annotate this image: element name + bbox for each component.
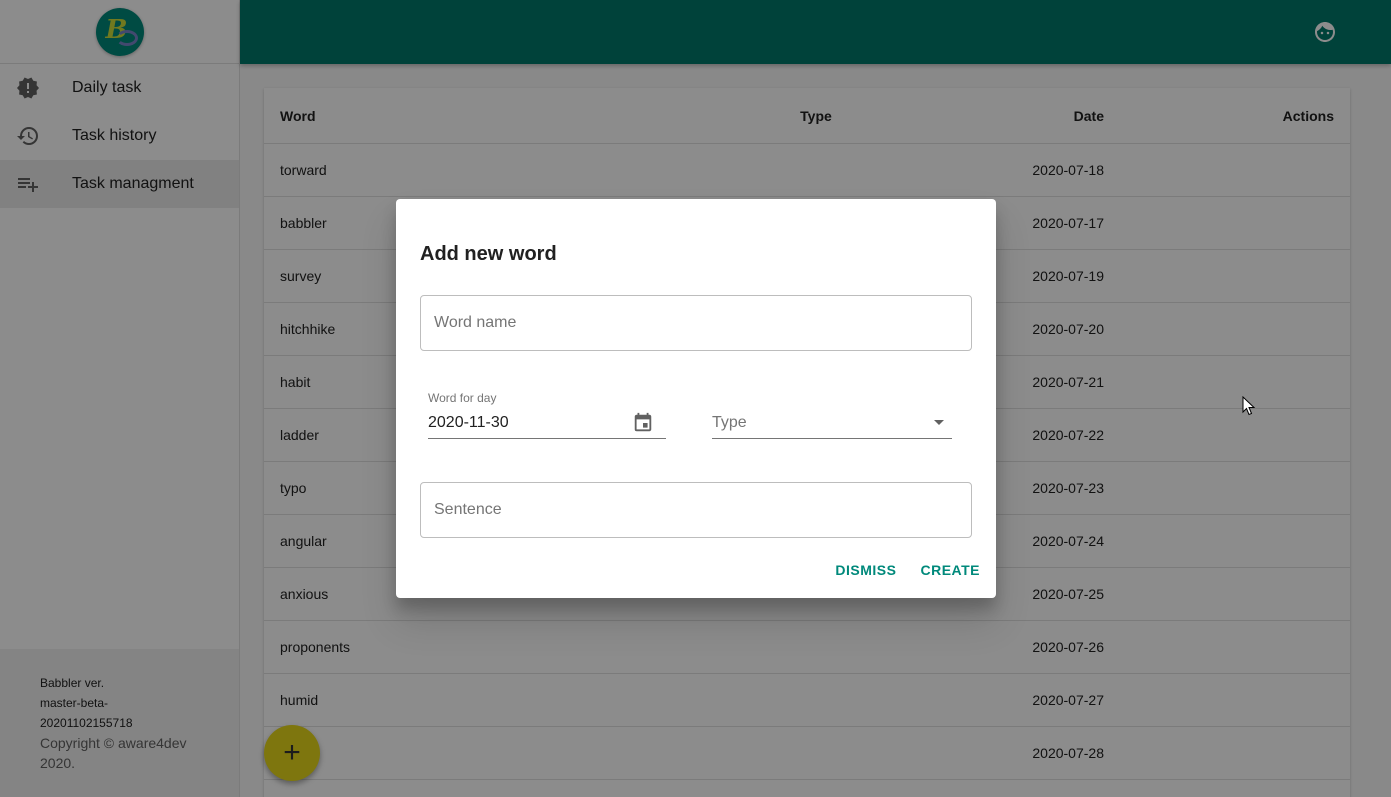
word-for-day-input[interactable]: 2020-11-30 bbox=[428, 407, 666, 439]
type-placeholder: Type bbox=[712, 413, 747, 431]
dialog-actions: DISMISS CREATE bbox=[827, 554, 988, 586]
word-name-input[interactable]: Word name bbox=[420, 295, 972, 351]
create-button[interactable]: CREATE bbox=[912, 554, 988, 586]
calendar-icon[interactable] bbox=[632, 412, 654, 434]
mouse-cursor-icon bbox=[1242, 396, 1256, 416]
dialog-title: Add new word bbox=[420, 243, 557, 265]
word-for-day-label: Word for day bbox=[428, 391, 497, 405]
add-word-dialog: Add new word Word name Word for day 2020… bbox=[396, 199, 996, 598]
dropdown-arrow-icon bbox=[934, 420, 944, 425]
sentence-input[interactable]: Sentence bbox=[420, 482, 972, 538]
sentence-placeholder: Sentence bbox=[434, 501, 502, 518]
dismiss-button[interactable]: DISMISS bbox=[827, 554, 904, 586]
type-select[interactable]: Type bbox=[712, 407, 952, 439]
word-name-placeholder: Word name bbox=[434, 314, 517, 331]
date-value: 2020-11-30 bbox=[428, 413, 509, 431]
